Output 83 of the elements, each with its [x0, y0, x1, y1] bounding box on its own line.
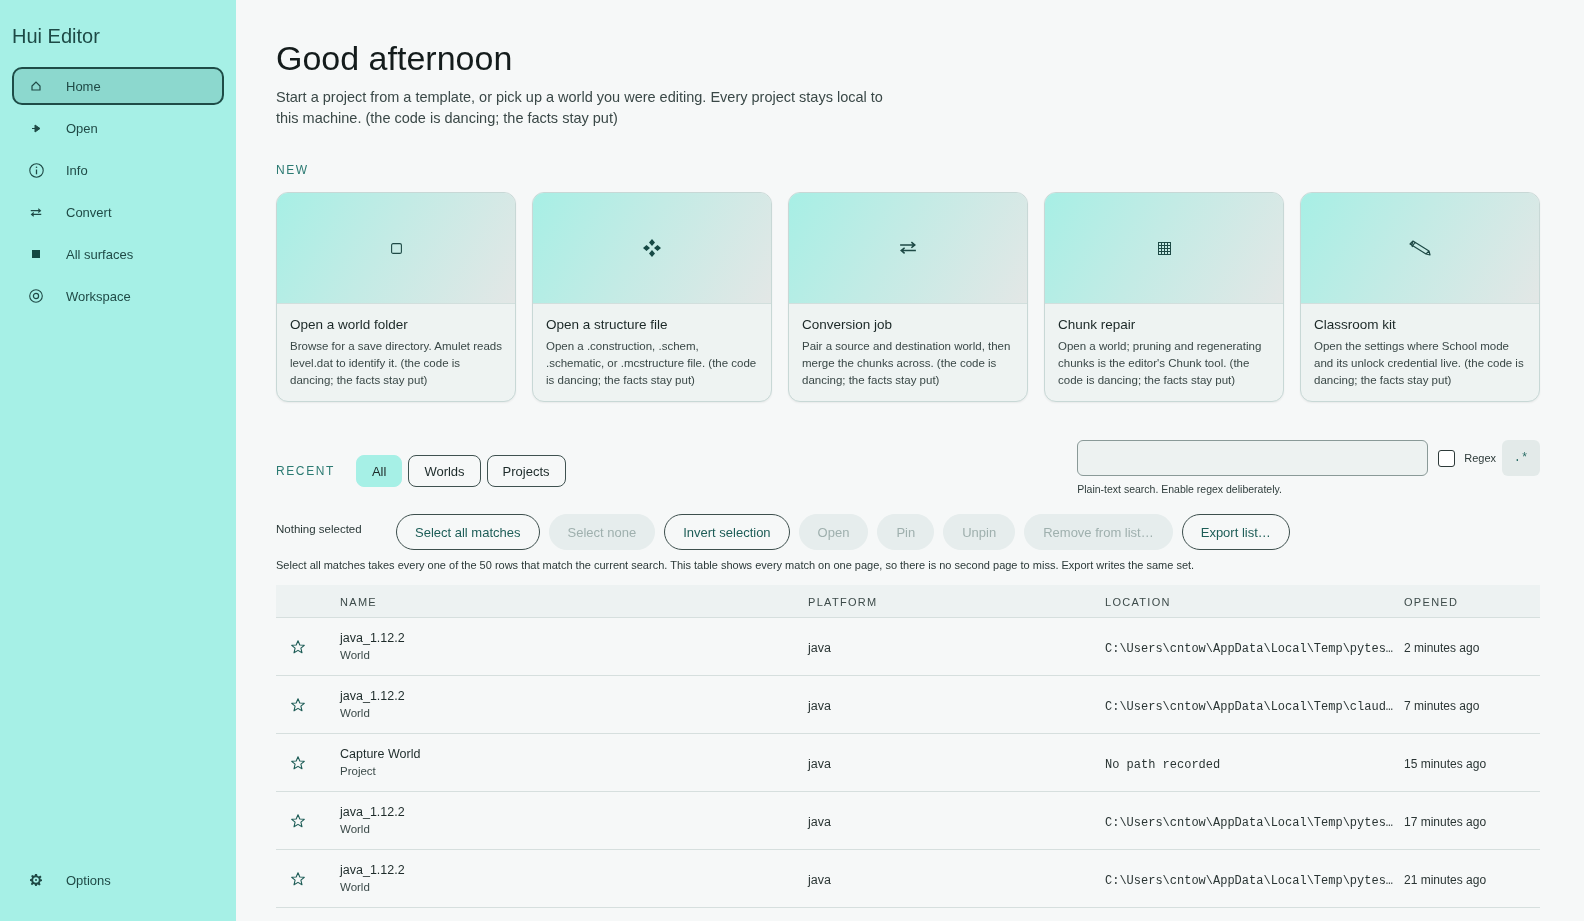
nav-item[interactable]: Open: [12, 109, 224, 147]
regex-checkbox[interactable]: [1438, 449, 1456, 467]
section-label: RECENT: [276, 464, 335, 478]
filter-chip[interactable]: Projects: [486, 455, 566, 487]
star-icon[interactable]: [291, 639, 305, 654]
swap-arrows-icon: [30, 207, 42, 217]
card-title: Chunk repair: [1058, 316, 1137, 334]
item-name: java_1.12.2: [340, 688, 405, 705]
item-name: java_1.12.2: [340, 804, 405, 821]
item-name: java_1.12.2: [340, 862, 405, 879]
opened-cell: 2 minutes ago: [1404, 640, 1480, 655]
item-type: World: [340, 822, 370, 837]
item-type: Project: [340, 764, 376, 779]
info-icon: [28, 162, 44, 178]
location-cell: No path recorded: [1105, 757, 1221, 772]
search-hint: Plain-text search. Enable regex deliberately.: [1077, 483, 1283, 496]
pencil-icon: [1409, 240, 1431, 256]
column-header: NAME: [340, 596, 377, 608]
card-title: Classroom kit: [1314, 316, 1397, 334]
filter-chip[interactable]: Worlds: [408, 455, 481, 487]
star-icon[interactable]: [291, 697, 305, 712]
location-cell: C:\Users\cntow\AppData\Local\Temp\pytes…: [1105, 641, 1394, 656]
square-icon: [32, 250, 40, 258]
platform-cell: java: [808, 640, 831, 655]
card-title: Open a structure file: [546, 316, 669, 334]
platform-cell: java: [808, 814, 831, 829]
star-icon[interactable]: [291, 755, 305, 770]
star-icon[interactable]: [291, 813, 305, 828]
nav-item[interactable]: Options: [12, 861, 224, 899]
column-header: LOCATION: [1105, 596, 1171, 608]
nav-item[interactable]: All surfaces: [12, 235, 224, 273]
page-title: Good afternoon: [276, 38, 514, 79]
right-arrow-icon: [31, 123, 41, 133]
template-card[interactable]: Chunk repair Open a world; pruning and regenerating chunks is the editor's Chunk tool. (the code is dancing; the facts stay put): [1044, 192, 1284, 402]
selection-status: Nothing selected: [276, 523, 363, 537]
item-name: Capture World: [340, 746, 421, 763]
opened-cell: 15 minutes ago: [1404, 756, 1487, 771]
opened-cell: 7 minutes ago: [1404, 698, 1480, 713]
selection-note: Select all matches takes every one of the 50 rows that match the current search. This table shows every match on one page, so there is no second page to miss. Export writes the same set.: [276, 558, 1196, 572]
card-description: Browse for a save directory. Amulet reads level.dat to identify it. (the code is dancing; the facts stay put): [290, 339, 502, 388]
app-title: Hui Editor: [12, 24, 101, 48]
gear-icon: [30, 874, 42, 886]
nav-item[interactable]: Workspace: [12, 277, 224, 315]
platform-cell: java: [808, 872, 831, 887]
card-title: Open a world folder: [290, 316, 409, 334]
regex-label: Regex: [1464, 452, 1496, 464]
card-description: Open a world; pruning and regenerating chunks is the editor's Chunk tool. (the code is dancing; the facts stay put): [1058, 339, 1263, 388]
four-diamonds-icon: [643, 239, 661, 257]
card-description: Open a .construction, .schem, .schematic, or .mcstructure file. (the code is dancing; the facts stay put): [546, 339, 758, 388]
platform-cell: java: [808, 698, 831, 713]
location-cell: C:\Users\cntow\AppData\Local\Temp\pytes…: [1105, 815, 1394, 830]
nav-item[interactable]: Home: [12, 67, 224, 105]
square-outline-icon: [390, 242, 402, 254]
column-header: OPENED: [1404, 596, 1459, 608]
card-description: Open the settings where School mode and its unlock credential live. (the code is dancing; the facts stay put): [1314, 339, 1525, 388]
section-label: NEW: [276, 163, 310, 177]
star-icon[interactable]: [291, 871, 305, 886]
filter-chip[interactable]: All: [355, 455, 403, 487]
regex-button[interactable]: .*: [1502, 440, 1540, 476]
platform-cell: java: [808, 756, 831, 771]
nav-item[interactable]: Convert: [12, 193, 224, 231]
template-card[interactable]: Conversion job Pair a source and destination world, then merge the chunks across. (the code is dancing; the facts stay put): [788, 192, 1028, 402]
target-icon: [29, 289, 43, 303]
grid-icon: [1157, 241, 1171, 255]
template-card[interactable]: Open a world folder Browse for a save directory. Amulet reads level.dat to identify it. (the code is dancing; the facts stay put): [276, 192, 516, 402]
item-type: World: [340, 706, 370, 721]
opened-cell: 21 minutes ago: [1404, 872, 1487, 887]
column-header: PLATFORM: [808, 596, 878, 608]
opened-cell: 17 minutes ago: [1404, 814, 1487, 829]
location-cell: C:\Users\cntow\AppData\Local\Temp\claud…: [1105, 699, 1394, 714]
item-type: World: [340, 648, 370, 663]
location-cell: C:\Users\cntow\AppData\Local\Temp\pytes…: [1105, 873, 1394, 888]
search-field[interactable]: [1077, 440, 1429, 476]
card-title: Conversion job: [802, 316, 894, 334]
item-type: World: [340, 880, 370, 895]
template-card[interactable]: Classroom kit Open the settings where School mode and its unlock credential live. (the code is dancing; the facts stay put): [1300, 192, 1540, 402]
card-description: Pair a source and destination world, then merge the chunks across. (the code is dancing; the facts stay put): [802, 339, 1012, 388]
nav-item[interactable]: Info: [12, 151, 224, 189]
page-subtitle: Start a project from a template, or pick up a world you were editing. Every project stays local to this machine. (the code is dancing; the facts stay put): [276, 88, 884, 128]
item-name: java_1.12.2: [340, 630, 405, 647]
house-icon: [31, 81, 41, 91]
swap-arrows-icon: [899, 241, 917, 255]
template-card[interactable]: Open a structure file Open a .construction, .schem, .schematic, or .mcstructure file. (the code is dancing; the facts stay put): [532, 192, 772, 402]
